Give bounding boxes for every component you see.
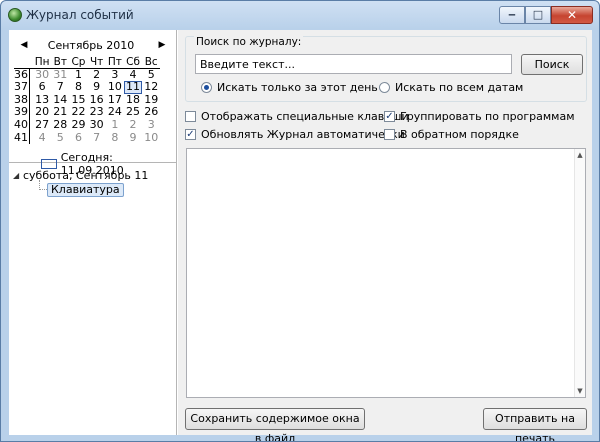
- week-number-header: [14, 56, 30, 68]
- tree-connector-line: [39, 180, 47, 190]
- weekday-label: Вт: [53, 56, 67, 68]
- checkbox-show-special-keys-label: Отображать специальные клавиши: [201, 110, 409, 123]
- checkmark-icon: ✓: [384, 111, 395, 122]
- event-log-window: Журнал событий ‒ □ ✕ ◀ Сентябрь 2010 ▶ П…: [0, 0, 600, 442]
- app-globe-icon: [8, 8, 22, 22]
- calendar-week-row: 41 4 5 6 7 8 9 10: [14, 130, 160, 145]
- calendar-day[interactable]: 8: [106, 131, 124, 145]
- log-text-area[interactable]: ▲ ▼: [186, 148, 586, 398]
- calendar-day-selected[interactable]: 11: [123, 81, 143, 94]
- tree-expander-icon[interactable]: ◢: [13, 171, 23, 180]
- radio-this-day[interactable]: Искать только за этот день: [201, 81, 378, 94]
- maximize-icon: □: [532, 8, 544, 21]
- calendar-day[interactable]: 10: [106, 81, 124, 94]
- checkbox-group-by-programs[interactable]: ✓ Группировать по программам: [384, 110, 575, 123]
- week-number: 41: [14, 130, 30, 145]
- left-pane: ◀ Сентябрь 2010 ▶ Пн Вт Ср Чт Пт Сб Вс 36 30 31 1 2…: [9, 30, 177, 435]
- scroll-down-icon[interactable]: ▼: [575, 387, 585, 395]
- checkbox-show-special-keys[interactable]: Отображать специальные клавиши: [185, 110, 409, 123]
- prev-month-icon[interactable]: ◀: [17, 39, 31, 51]
- tree-node-keyboard[interactable]: Клавиатура: [47, 183, 124, 197]
- window-title: Журнал событий: [26, 8, 134, 22]
- calendar-day[interactable]: 30: [88, 118, 106, 132]
- right-pane: Поиск по журналу: Поиск Искать только за…: [178, 30, 592, 441]
- calendar-day[interactable]: 29: [69, 118, 87, 132]
- week-number: 37: [14, 80, 30, 94]
- calendar-day[interactable]: 6: [33, 81, 51, 94]
- search-input[interactable]: [195, 54, 512, 74]
- checkbox-unchecked-icon: [384, 129, 395, 140]
- radio-all-dates-label: Искать по всем датам: [395, 81, 524, 94]
- calendar-day[interactable]: 10: [142, 131, 160, 145]
- next-month-icon[interactable]: ▶: [155, 39, 169, 51]
- calendar-day[interactable]: 3: [142, 118, 160, 132]
- calendar-day[interactable]: 4: [33, 131, 51, 145]
- radio-selected-icon: [201, 82, 212, 93]
- calendar-week-row: 37 6 7 8 9 10 11 12: [14, 81, 160, 94]
- calendar-day[interactable]: 8: [69, 81, 87, 94]
- calendar-month-title[interactable]: Сентябрь 2010: [31, 39, 151, 52]
- weekday-label: Пт: [107, 56, 122, 68]
- calendar: ◀ Сентябрь 2010 ▶ Пн Вт Ср Чт Пт Сб Вс 36 30 31 1 2…: [9, 30, 177, 177]
- weekday-label: Сб: [126, 56, 140, 68]
- print-button[interactable]: Отправить на печать: [483, 408, 587, 441]
- calendar-day[interactable]: 27: [33, 118, 51, 132]
- weekday-label: Пн: [34, 56, 50, 68]
- close-button[interactable]: ✕: [551, 6, 593, 24]
- date-tree: ◢ суббота, Сентябрь 11 Клавиатура: [9, 164, 177, 434]
- search-button[interactable]: Поиск: [521, 54, 583, 75]
- checkbox-auto-refresh[interactable]: ✓ Обновлять Журнал автоматически: [185, 128, 405, 141]
- calendar-week-row: 40 27 28 29 30 1 2 3: [14, 117, 160, 132]
- tree-node-date[interactable]: ◢ суббота, Сентябрь 11: [13, 169, 148, 182]
- radio-all-dates[interactable]: Искать по всем датам: [379, 81, 523, 94]
- calendar-day[interactable]: 7: [51, 81, 69, 94]
- radio-empty-icon: [379, 82, 390, 93]
- weekday-label: Чт: [89, 56, 104, 68]
- vertical-scrollbar[interactable]: ▲ ▼: [574, 149, 585, 397]
- calendar-day[interactable]: 12: [142, 81, 160, 94]
- calendar-day[interactable]: 2: [124, 118, 142, 132]
- calendar-day[interactable]: 9: [88, 81, 106, 94]
- weekday-label: Ср: [71, 56, 86, 68]
- checkbox-reverse-order-label: В обратном порядке: [400, 128, 519, 141]
- calendar-day[interactable]: 1: [106, 118, 124, 132]
- maximize-button[interactable]: □: [525, 6, 551, 24]
- radio-this-day-label: Искать только за этот день: [217, 81, 378, 94]
- calendar-day[interactable]: 7: [88, 131, 106, 145]
- calendar-day[interactable]: 28: [51, 118, 69, 132]
- checkbox-auto-refresh-label: Обновлять Журнал автоматически: [201, 128, 405, 141]
- search-group-title: Поиск по журналу:: [194, 36, 304, 48]
- minimize-icon: ‒: [508, 8, 516, 21]
- calendar-day[interactable]: 5: [51, 131, 69, 145]
- client-area: ◀ Сентябрь 2010 ▶ Пн Вт Ср Чт Пт Сб Вс 36 30 31 1 2…: [9, 30, 592, 441]
- checkbox-reverse-order[interactable]: В обратном порядке: [384, 128, 519, 141]
- weekday-label: Вс: [144, 56, 158, 68]
- scroll-up-icon[interactable]: ▲: [575, 151, 585, 159]
- calendar-day[interactable]: 9: [124, 131, 142, 145]
- close-icon: ✕: [566, 8, 578, 22]
- calendar-weekday-header: Пн Вт Ср Чт Пт Сб Вс: [14, 56, 161, 69]
- title-bar[interactable]: Журнал событий ‒ □ ✕: [1, 1, 599, 29]
- minimize-button[interactable]: ‒: [499, 6, 525, 24]
- checkmark-icon: ✓: [185, 129, 196, 140]
- week-number: 40: [14, 117, 30, 132]
- checkbox-group-by-programs-label: Группировать по программам: [400, 110, 575, 123]
- checkbox-unchecked-icon: [185, 111, 196, 122]
- calendar-day[interactable]: 6: [69, 131, 87, 145]
- caption-buttons: ‒ □ ✕: [499, 6, 593, 24]
- search-group: Поиск по журналу: Поиск Искать только за…: [185, 36, 587, 102]
- save-to-file-button[interactable]: Сохранить содержимое окна в файл: [185, 408, 365, 441]
- calendar-grid: Пн Вт Ср Чт Пт Сб Вс 36 30 31 1 2 3 4 5 37 6 7 8 9 10 11 12 38 1…: [14, 56, 161, 145]
